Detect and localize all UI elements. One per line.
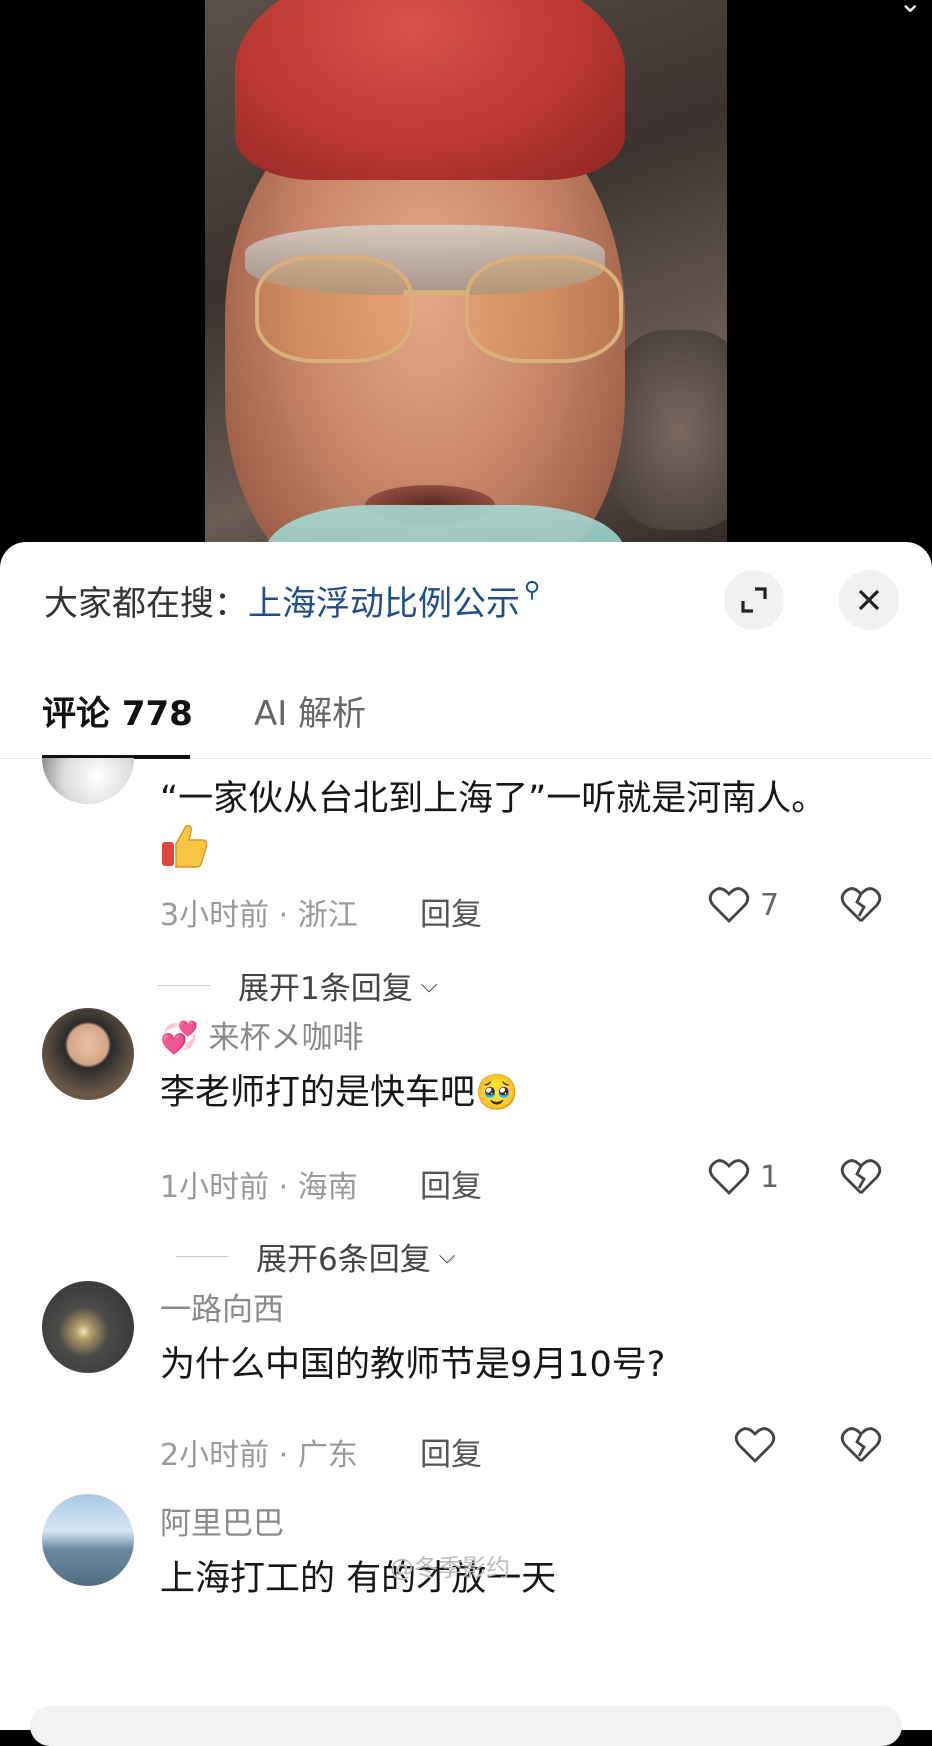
heart-icon xyxy=(708,887,750,923)
comment-meta: 2小时前 · 广东 xyxy=(160,1430,358,1474)
chevron-down-icon[interactable]: ⌄ xyxy=(899,0,922,19)
broken-heart-icon[interactable] xyxy=(840,1426,882,1464)
avatar[interactable] xyxy=(42,1008,134,1100)
thumbs-up-icon xyxy=(162,824,208,868)
meta-separator: · xyxy=(269,1438,298,1473)
expand-replies-label: 展开1条回复 xyxy=(238,971,413,1007)
reply-button[interactable]: 回复 xyxy=(420,1161,482,1206)
chevron-down-icon: ⌵ xyxy=(438,1244,456,1269)
meta-separator: · xyxy=(269,1170,298,1205)
broken-heart-icon[interactable] xyxy=(840,1158,882,1196)
tab-comments[interactable]: 评论 778 xyxy=(42,686,193,735)
heart-sparkle-icon: 💞 xyxy=(160,1020,199,1056)
comment-input-bar[interactable] xyxy=(30,1706,902,1746)
like-count: 7 xyxy=(760,887,780,923)
expand-button[interactable] xyxy=(724,570,784,630)
glasses-left-lens xyxy=(255,255,413,363)
comment-location: 海南 xyxy=(297,1170,358,1205)
avatar[interactable] xyxy=(42,758,134,804)
heart-icon xyxy=(708,1159,750,1195)
comment-meta: 3小时前 · 浙江 xyxy=(160,890,358,934)
comment-time: 2小时前 xyxy=(160,1438,270,1473)
glasses-right-lens xyxy=(465,255,623,363)
like-button[interactable]: 1 xyxy=(708,1158,779,1196)
video-player[interactable]: ⌄ xyxy=(0,0,932,560)
expand-icon xyxy=(741,587,767,613)
divider-dash xyxy=(176,1256,228,1257)
comment-text: 为什么中国的教师节是9月10号? xyxy=(160,1345,666,1385)
comment-time: 3小时前 xyxy=(160,898,270,933)
comment-username[interactable]: 💞 来杯メ咖啡 xyxy=(160,1012,363,1057)
avatar[interactable] xyxy=(42,1281,134,1373)
reply-button[interactable]: 回复 xyxy=(420,889,482,934)
chevron-down-icon: ⌵ xyxy=(420,973,438,998)
watermark: @冬季影约 xyxy=(390,1554,510,1582)
comment-meta: 1小时前 · 海南 xyxy=(160,1162,358,1206)
like-count: 1 xyxy=(760,1159,780,1195)
expand-replies-label: 展开6条回复 xyxy=(256,1242,431,1278)
close-button[interactable] xyxy=(839,570,899,630)
trending-search-prefix: 大家都在搜： xyxy=(44,583,248,624)
heart-icon xyxy=(734,1427,776,1463)
comment-location: 广东 xyxy=(297,1438,358,1473)
reply-button[interactable]: 回复 xyxy=(420,1429,482,1474)
glasses-bridge xyxy=(403,290,467,296)
comment-username[interactable]: 阿里巴巴 xyxy=(160,1498,284,1543)
red-cap xyxy=(235,0,625,180)
close-icon xyxy=(858,589,880,611)
comment-text: 李老师打的是快车吧🥹 xyxy=(160,1073,519,1113)
tab-bar: 评论 778 AI 解析 xyxy=(0,662,932,759)
divider-dash xyxy=(158,985,210,986)
comment-username[interactable]: 一路向西 xyxy=(160,1284,284,1329)
search-icon: ⚲ xyxy=(524,577,541,603)
comment-text: “一家伙从台北到上海了”一听就是河南人。 xyxy=(160,779,827,819)
meta-separator: · xyxy=(269,898,298,933)
trending-search[interactable]: 大家都在搜： 上海浮动比例公示 ⚲ xyxy=(44,576,540,624)
comment-time: 1小时前 xyxy=(160,1170,270,1205)
like-button[interactable]: 7 xyxy=(708,886,779,924)
username-text: 来杯メ咖啡 xyxy=(208,1020,364,1056)
like-button[interactable] xyxy=(734,1426,776,1464)
expand-replies-button[interactable]: 展开1条回复 ⌵ xyxy=(158,963,437,1008)
comment-list[interactable]: “一家伙从台北到上海了”一听就是河南人。 3小时前 · 浙江 回复 7 展开1条… xyxy=(0,758,932,1730)
trending-search-term[interactable]: 上海浮动比例公示 xyxy=(248,576,520,625)
comment-location: 浙江 xyxy=(297,898,358,933)
tab-ai-analysis[interactable]: AI 解析 xyxy=(254,686,366,735)
avatar[interactable] xyxy=(42,1494,134,1586)
video-frame xyxy=(205,0,727,560)
broken-heart-icon[interactable] xyxy=(840,886,882,924)
expand-replies-button[interactable]: 展开6条回复 ⌵ xyxy=(176,1234,455,1279)
